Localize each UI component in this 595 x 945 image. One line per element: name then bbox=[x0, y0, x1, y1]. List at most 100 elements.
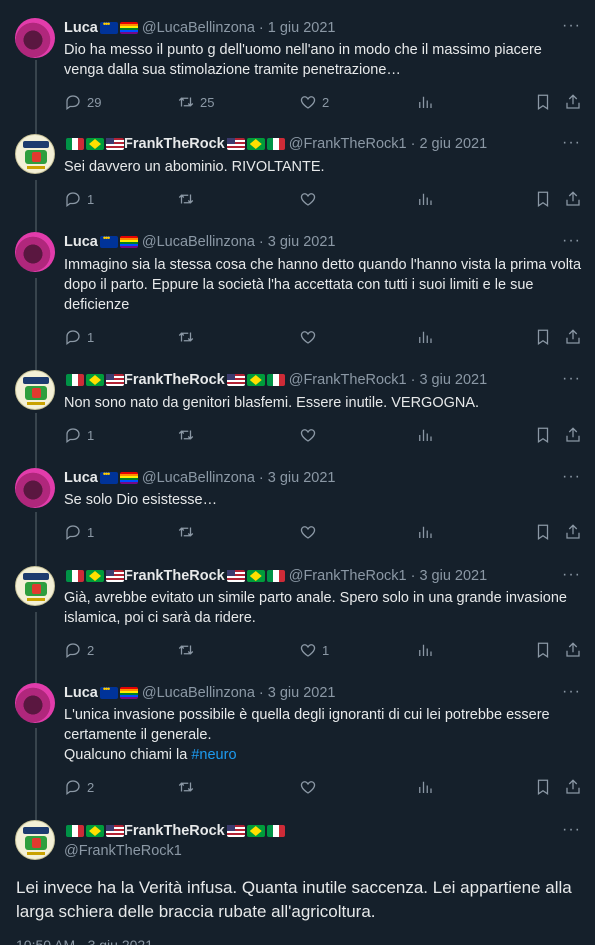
more-icon[interactable]: ··· bbox=[562, 232, 581, 250]
avatar[interactable] bbox=[15, 468, 55, 508]
views-icon bbox=[419, 96, 432, 108]
like-icon bbox=[300, 526, 316, 539]
like-button[interactable] bbox=[299, 425, 322, 445]
like-button[interactable] bbox=[299, 189, 322, 209]
more-icon[interactable]: ··· bbox=[562, 370, 581, 388]
like-button[interactable]: 2 bbox=[299, 92, 329, 112]
date[interactable]: 3 giu 2021 bbox=[419, 568, 487, 584]
bookmark-button[interactable] bbox=[534, 92, 552, 112]
bookmark-button[interactable] bbox=[534, 640, 552, 660]
reply-icon bbox=[66, 643, 80, 659]
views-button[interactable] bbox=[416, 92, 434, 112]
retweet-button[interactable] bbox=[177, 327, 200, 347]
date[interactable]: 1 giu 2021 bbox=[268, 20, 336, 36]
date[interactable]: 3 giu 2021 bbox=[268, 234, 336, 250]
display-name[interactable]: FrankTheRock bbox=[124, 823, 225, 839]
timestamp[interactable]: 10:50 AM · 3 giu 2021 bbox=[16, 937, 153, 945]
display-name[interactable]: Luca bbox=[64, 470, 98, 486]
handle[interactable]: @FrankTheRock1 bbox=[64, 843, 182, 859]
handle[interactable]: @LucaBellinzona bbox=[142, 470, 255, 486]
views-button[interactable] bbox=[416, 777, 434, 797]
avatar[interactable] bbox=[15, 820, 55, 860]
share-icon bbox=[566, 191, 580, 206]
avatar[interactable] bbox=[15, 18, 55, 58]
more-icon[interactable]: ··· bbox=[562, 821, 581, 839]
like-icon bbox=[300, 429, 316, 442]
retweet-button[interactable] bbox=[177, 189, 200, 209]
retweet-button[interactable] bbox=[177, 425, 200, 445]
avatar[interactable] bbox=[15, 566, 55, 606]
share-button[interactable] bbox=[564, 522, 582, 542]
display-name[interactable]: FrankTheRock bbox=[124, 136, 225, 152]
handle[interactable]: @LucaBellinzona bbox=[142, 20, 255, 36]
display-name[interactable]: Luca bbox=[64, 20, 98, 36]
reply-button[interactable]: 29 bbox=[64, 92, 101, 112]
more-icon[interactable]: ··· bbox=[562, 17, 581, 35]
reply-icon bbox=[66, 192, 80, 208]
views-button[interactable] bbox=[416, 327, 434, 347]
bookmark-button[interactable] bbox=[534, 425, 552, 445]
avatar[interactable] bbox=[15, 134, 55, 174]
avatar[interactable] bbox=[15, 683, 55, 723]
reply-button[interactable]: 1 bbox=[64, 189, 94, 209]
separator: · bbox=[410, 136, 416, 152]
more-icon[interactable]: ··· bbox=[562, 468, 581, 486]
share-button[interactable] bbox=[564, 425, 582, 445]
handle-row: @FrankTheRock1 bbox=[64, 841, 182, 861]
views-button[interactable] bbox=[416, 189, 434, 209]
retweet-button[interactable] bbox=[177, 522, 200, 542]
bookmark-button[interactable] bbox=[534, 522, 552, 542]
reply-button[interactable]: 1 bbox=[64, 425, 94, 445]
more-icon[interactable]: ··· bbox=[562, 134, 581, 152]
reply-button[interactable]: 1 bbox=[64, 522, 94, 542]
share-button[interactable] bbox=[564, 640, 582, 660]
rainbow-flag-icon bbox=[119, 687, 138, 699]
handle[interactable]: @LucaBellinzona bbox=[142, 234, 255, 250]
avatar[interactable] bbox=[15, 232, 55, 272]
more-icon[interactable]: ··· bbox=[562, 683, 581, 701]
like-button[interactable] bbox=[299, 777, 322, 797]
reply-icon bbox=[66, 525, 80, 541]
date[interactable]: 3 giu 2021 bbox=[268, 685, 336, 701]
retweet-button[interactable]: 25 bbox=[177, 92, 214, 112]
views-button[interactable] bbox=[416, 425, 434, 445]
bookmark-button[interactable] bbox=[534, 777, 552, 797]
display-name[interactable]: Luca bbox=[64, 234, 98, 250]
tweet-text: Se solo Dio esistesse… bbox=[64, 492, 218, 508]
share-button[interactable] bbox=[564, 189, 582, 209]
usa-flag-icon bbox=[106, 138, 124, 150]
display-name[interactable]: FrankTheRock bbox=[124, 568, 225, 584]
more-icon[interactable]: ··· bbox=[562, 566, 581, 584]
reply-button[interactable]: 2 bbox=[64, 777, 94, 797]
handle[interactable]: @FrankTheRock1 bbox=[289, 372, 407, 388]
share-button[interactable] bbox=[564, 327, 582, 347]
italy-flag-icon bbox=[266, 825, 285, 837]
date[interactable]: 3 giu 2021 bbox=[419, 372, 487, 388]
bookmark-button[interactable] bbox=[534, 327, 552, 347]
views-button[interactable] bbox=[416, 522, 434, 542]
like-button[interactable] bbox=[299, 522, 322, 542]
handle[interactable]: @FrankTheRock1 bbox=[289, 136, 407, 152]
share-button[interactable] bbox=[564, 92, 582, 112]
handle[interactable]: @FrankTheRock1 bbox=[289, 568, 407, 584]
date[interactable]: 3 giu 2021 bbox=[268, 470, 336, 486]
share-button[interactable] bbox=[564, 777, 582, 797]
hashtag-link[interactable]: #neuro bbox=[191, 747, 236, 763]
like-button[interactable] bbox=[299, 327, 322, 347]
reply-button[interactable]: 1 bbox=[64, 327, 94, 347]
bookmark-icon bbox=[537, 642, 549, 658]
views-button[interactable] bbox=[416, 640, 434, 660]
display-name[interactable]: FrankTheRock bbox=[124, 372, 225, 388]
italy-flag-icon bbox=[66, 570, 84, 582]
date[interactable]: 2 giu 2021 bbox=[419, 136, 487, 152]
retweet-button[interactable] bbox=[177, 640, 200, 660]
like-button[interactable]: 1 bbox=[299, 640, 329, 660]
like-count: 1 bbox=[322, 642, 330, 658]
bookmark-button[interactable] bbox=[534, 189, 552, 209]
brazil-flag-icon bbox=[246, 825, 265, 837]
display-name[interactable]: Luca bbox=[64, 685, 98, 701]
reply-button[interactable]: 2 bbox=[64, 640, 94, 660]
avatar[interactable] bbox=[15, 370, 55, 410]
handle[interactable]: @LucaBellinzona bbox=[142, 685, 255, 701]
retweet-button[interactable] bbox=[177, 777, 200, 797]
